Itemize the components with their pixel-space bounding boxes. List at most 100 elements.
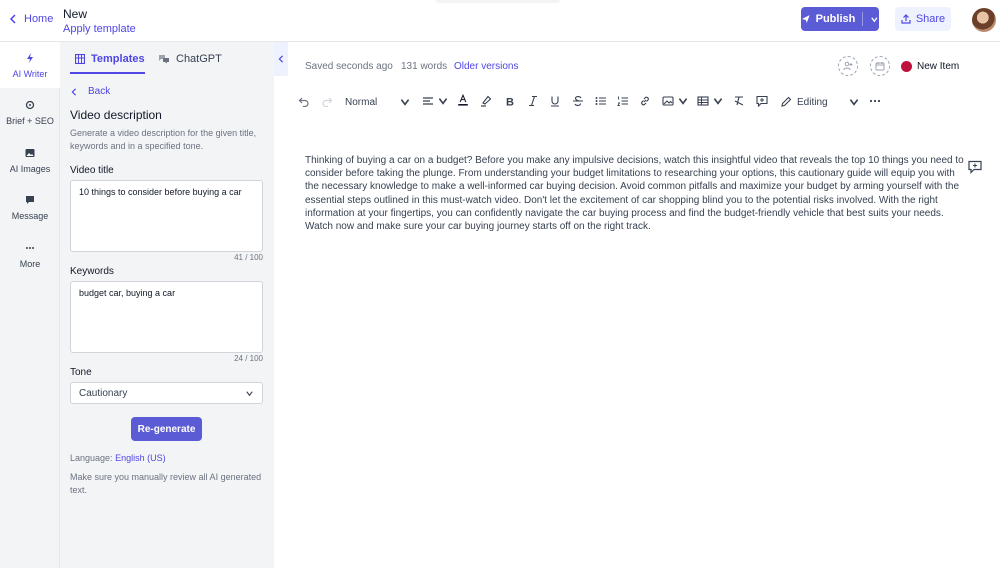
rail-item-label: AI Images [9,164,51,174]
text-color-button[interactable] [457,92,469,108]
undo-button[interactable] [298,93,310,109]
highlight-button[interactable] [480,93,492,109]
numbered-list-icon [617,96,628,106]
link-button[interactable] [639,93,651,109]
text-color-icon [458,94,468,106]
chevron-left-icon [278,55,284,63]
chevron-left-icon [71,87,77,96]
strikethrough-icon [573,96,583,106]
numbered-list-button[interactable] [617,93,629,109]
more-icon [869,99,881,103]
editing-mode-select[interactable]: Editing [780,94,860,110]
video-title-field[interactable]: 10 things to consider before buying a ca… [70,180,263,252]
rail-item-message[interactable]: Message [0,195,60,221]
tone-value: Cautionary [79,387,128,399]
tab-label: ChatGPT [176,53,222,65]
rail-item-label: Message [11,211,49,221]
chevron-down-icon [849,99,859,106]
tab-templates[interactable]: Templates [75,53,145,65]
tab-chatgpt[interactable]: ChatGPT [158,53,222,65]
apply-template-link[interactable]: Apply template [63,23,136,35]
status-dot [901,61,912,72]
home-label: Home [24,13,54,25]
older-versions-link[interactable]: Older versions [454,61,518,72]
rail-item-ai-images[interactable]: AI Images [0,148,60,174]
keywords-label: Keywords [70,266,114,277]
bold-button[interactable]: B [504,93,516,109]
rail-item-brief-seo[interactable]: Brief + SEO [0,100,60,126]
clear-format-icon [734,96,744,106]
calendar-icon [875,62,885,71]
bold-icon: B [506,97,514,108]
grid-icon [75,54,85,64]
document-title[interactable]: New [63,7,87,21]
italic-button[interactable] [527,93,539,109]
share-button[interactable]: Share [895,7,951,31]
rail-item-label: Brief + SEO [6,116,54,126]
assign-user-button[interactable] [838,56,858,76]
top-handle [435,0,560,3]
svg-text:B: B [506,97,514,108]
regenerate-button[interactable]: Re-generate [131,417,202,441]
highlighter-icon [481,95,492,107]
video-title-label: Video title [70,165,114,176]
target-icon [25,100,35,110]
language-line: Language: English (US) [70,453,166,463]
link-icon [641,96,649,106]
back-link[interactable]: Back [70,86,110,97]
user-avatar[interactable] [972,8,996,32]
bullet-list-icon [595,97,606,105]
tab-active-indicator [70,72,145,74]
calendar-button[interactable] [870,56,890,76]
rail-item-label: More [19,259,41,269]
tab-label: Templates [91,53,145,65]
comment-add-icon [756,95,768,107]
publish-button[interactable]: Publish [801,7,879,31]
editor-body[interactable]: Thinking of buying a car on a budget? Be… [305,154,969,233]
tone-label: Tone [70,367,92,378]
chevron-down-icon [246,390,253,396]
paragraph-style-select[interactable]: Normal [345,94,411,110]
align-left-icon [423,97,433,105]
collapse-panel-button[interactable] [274,42,288,76]
message-icon [26,196,34,204]
image-icon [25,149,35,157]
more-icon [26,247,34,249]
tone-select[interactable]: Cautionary [70,382,263,404]
redo-button[interactable] [321,93,333,109]
language-link[interactable]: English (US) [115,453,166,463]
top-bar: Home New Apply template Publish Share [0,0,1000,42]
chat-icon [159,55,169,64]
bullet-list-button[interactable] [595,93,607,109]
language-prefix: Language: [70,453,113,463]
rail-item-more[interactable]: More [0,243,60,269]
chevron-down-icon [438,98,448,105]
bolt-icon [27,53,33,63]
comment-add-icon[interactable] [968,160,982,174]
back-label: Back [88,86,111,97]
chevron-left-icon [9,14,16,24]
more-options-button[interactable] [869,93,881,109]
home-link[interactable]: Home [8,13,53,25]
strikethrough-button[interactable] [572,93,584,109]
template-title: Video description [70,108,162,122]
rail-item-ai-writer[interactable]: AI Writer [0,42,60,88]
keywords-field[interactable]: budget car, buying a car [70,281,263,353]
pencil-icon [781,96,792,107]
underline-button[interactable] [549,93,561,109]
template-description: Generate a video description for the giv… [70,128,257,151]
add-comment-button[interactable] [756,93,768,109]
table-select[interactable] [697,93,724,109]
chevron-down-icon [400,99,410,106]
italic-icon [529,95,537,107]
chevron-down-icon[interactable] [870,15,879,24]
publish-divider [862,12,864,26]
clear-formatting-button[interactable] [733,93,745,109]
status-label[interactable]: New Item [917,61,959,72]
video-title-counter: 41 / 100 [234,253,263,262]
keywords-counter: 24 / 100 [234,354,263,363]
image-insert-select[interactable] [662,93,689,109]
image-icon [662,96,674,106]
align-select[interactable] [422,93,449,109]
left-rail: AI Writer Brief + SEO AI Images Message … [0,42,60,568]
